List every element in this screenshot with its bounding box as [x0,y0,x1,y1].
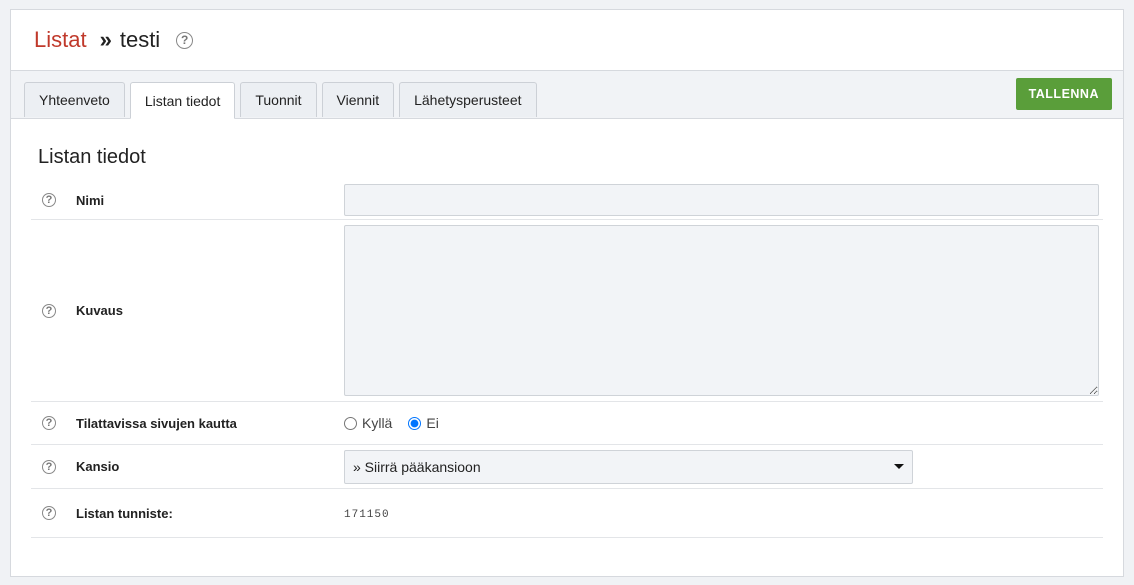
form-row-list-id: ? Listan tunniste: 171150 [31,489,1103,538]
form-row-name: ? Nimi [31,181,1103,220]
tab-tuonnit[interactable]: Tuonnit [240,82,317,117]
subscribable-label: Tilattavissa sivujen kautta [76,415,237,431]
list-id-label: Listan tunniste: [76,505,173,521]
help-icon[interactable]: ? [42,459,56,474]
list-id-value: 171150 [344,509,390,521]
tab-lahetysperusteet[interactable]: Lähetysperusteet [399,82,537,117]
save-button[interactable]: TALLENNA [1015,78,1112,110]
radio-ei-label: Ei [426,415,439,431]
folder-select-value: » Siirrä pääkansioon [353,458,481,475]
radio-ei-option[interactable]: Ei [408,415,439,431]
form-row-subscribable: ? Tilattavissa sivujen kautta Kyllä Ei [31,402,1103,445]
caret-down-icon [894,464,904,469]
tab-yhteenveto[interactable]: Yhteenveto [24,82,125,117]
name-input[interactable] [344,184,1099,216]
page-header: Listat » testi ? [11,10,1123,71]
section-title: Listan tiedot [38,146,146,168]
folder-label: Kansio [76,459,120,474]
tab-bar: Yhteenveto Listan tiedot Tuonnit Viennit… [11,71,1123,119]
help-icon[interactable]: ? [42,506,56,520]
radio-kylla-label: Kyllä [362,415,393,431]
help-icon[interactable]: ? [176,31,194,49]
radio-kylla[interactable] [344,416,357,430]
breadcrumb-separator: » [99,27,112,52]
description-textarea[interactable] [344,225,1099,396]
help-icon[interactable]: ? [42,303,56,318]
main-panel: Listat » testi ? Yhteenveto Listan tiedo… [10,9,1124,577]
radio-ei[interactable] [408,416,422,430]
form-row-folder: ? Kansio » Siirrä pääkansioon [31,445,1103,489]
radio-kylla-option[interactable]: Kyllä [344,415,392,431]
help-icon[interactable]: ? [42,416,56,430]
form-row-description: ? Kuvaus [31,220,1103,402]
breadcrumb-listat-link[interactable]: Listat [34,27,87,53]
name-label: Nimi [76,192,105,208]
folder-select[interactable]: » Siirrä pääkansioon [344,449,913,484]
description-label: Kuvaus [76,303,123,318]
tab-listan-tiedot[interactable]: Listan tiedot [129,82,236,119]
tabs: Yhteenveto Listan tiedot Tuonnit Viennit… [24,82,542,119]
help-icon[interactable]: ? [42,193,56,207]
form-content: Listan tiedot ? Nimi ? Kuvaus ? Tilattav… [11,147,1123,538]
tab-viennit[interactable]: Viennit [321,82,395,117]
page-title: testi [119,27,161,52]
subscribable-radio-group: Kyllä Ei [344,415,1097,431]
